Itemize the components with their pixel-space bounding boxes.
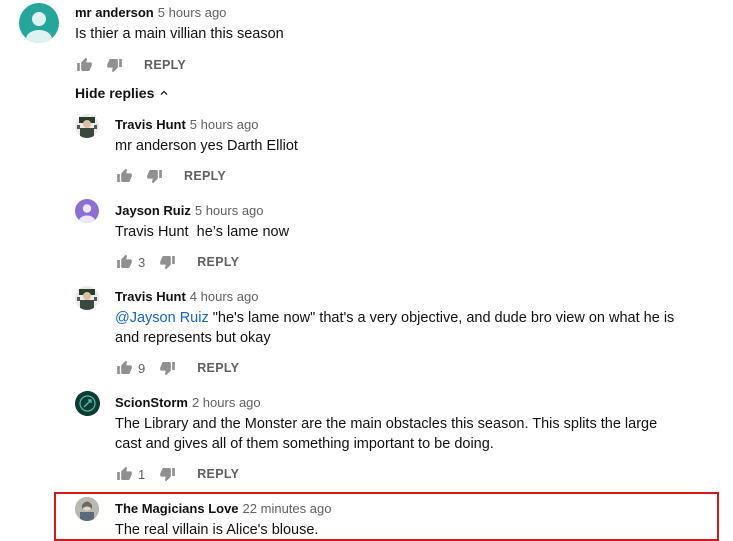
default-user-icon [79, 204, 95, 223]
author-name[interactable]: The Magicians Love [115, 501, 239, 516]
avatar[interactable] [75, 199, 99, 223]
thumb-down-icon[interactable] [157, 252, 177, 272]
comment-author[interactable]: Travis Hunt 4 hours ago [115, 289, 258, 304]
thumb-up-icon[interactable] [114, 252, 134, 272]
author-name[interactable]: Travis Hunt [115, 289, 186, 304]
hide-replies-button[interactable]: Hide replies [75, 85, 171, 101]
author-name[interactable]: ScionStorm [115, 395, 188, 410]
comment-actions: REPLY [114, 166, 226, 186]
like-count: 9 [138, 360, 146, 376]
comment-text: Is thier a main villian this season [75, 26, 284, 42]
like-count: 3 [138, 254, 146, 270]
thumb-up-icon[interactable] [114, 166, 134, 186]
comment-text: The Library and the Monster are the main… [115, 416, 658, 452]
user-picture [75, 286, 99, 310]
comment-actions: 1 REPLY [114, 464, 239, 484]
reply-button[interactable]: REPLY [197, 255, 239, 269]
thumb-up-icon[interactable] [114, 464, 134, 484]
avatar[interactable] [75, 391, 100, 416]
comment-text: Travis Hunt he’s lame now [115, 224, 290, 240]
comment-text: mr anderson yes Darth Elliot [115, 138, 298, 154]
comment-actions: REPLY [74, 55, 186, 75]
reply-button[interactable]: REPLY [184, 169, 226, 183]
thumb-up-icon[interactable] [74, 55, 94, 75]
user-picture [75, 497, 99, 521]
comment-actions: 3 REPLY [114, 252, 239, 272]
comment-text: The real villain is Alice's blouse. [115, 522, 319, 538]
comment-time[interactable]: 5 hours ago [158, 5, 227, 20]
reply-button[interactable]: REPLY [197, 361, 239, 375]
comment-time[interactable]: 22 minutes ago [243, 501, 332, 516]
reply-button[interactable]: REPLY [197, 467, 239, 481]
comment-time[interactable]: 4 hours ago [190, 289, 259, 304]
comment-author[interactable]: The Magicians Love 22 minutes ago [115, 501, 331, 516]
hide-replies-label: Hide replies [75, 85, 155, 101]
comment-actions: 9 REPLY [114, 358, 239, 378]
thumb-down-icon[interactable] [144, 166, 164, 186]
author-name[interactable]: Travis Hunt [115, 117, 186, 132]
comment-author[interactable]: Travis Hunt 5 hours ago [115, 117, 258, 132]
comment-author[interactable]: ScionStorm 2 hours ago [115, 395, 261, 410]
thumb-down-icon[interactable] [104, 55, 124, 75]
like-count: 1 [138, 466, 146, 482]
avatar[interactable] [75, 286, 99, 310]
mention-link[interactable]: @Jayson Ruiz [115, 310, 209, 326]
comment-author[interactable]: Jayson Ruiz 5 hours ago [115, 203, 264, 218]
avatar[interactable] [75, 497, 99, 521]
author-name[interactable]: mr anderson [75, 5, 154, 20]
user-picture [75, 391, 100, 416]
reply-button[interactable]: REPLY [144, 58, 186, 72]
thumb-up-icon[interactable] [114, 358, 134, 378]
user-picture [75, 114, 99, 138]
comment-text: @Jayson Ruiz "he's lame now" that's a ve… [115, 308, 680, 348]
comment-time[interactable]: 5 hours ago [190, 117, 259, 132]
avatar[interactable] [19, 3, 59, 43]
comment-time[interactable]: 2 hours ago [192, 395, 261, 410]
thumb-down-icon[interactable] [157, 464, 177, 484]
chevron-up-icon [160, 90, 168, 95]
comment-author[interactable]: mr anderson 5 hours ago [75, 5, 226, 20]
default-user-icon [26, 12, 52, 43]
comment-time[interactable]: 5 hours ago [195, 203, 264, 218]
avatar[interactable] [75, 114, 99, 138]
thumb-down-icon[interactable] [157, 358, 177, 378]
author-name[interactable]: Jayson Ruiz [115, 203, 191, 218]
